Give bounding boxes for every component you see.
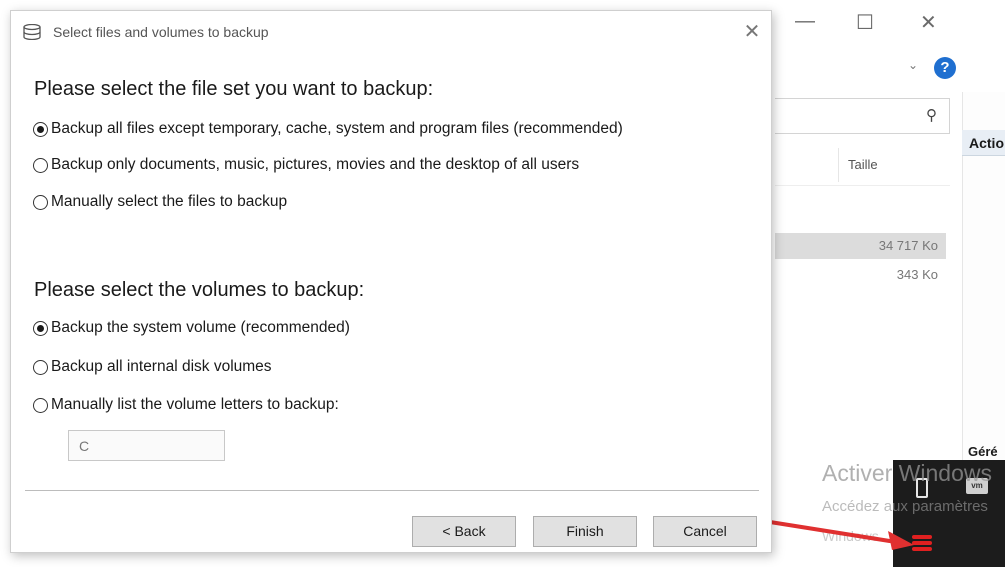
group-label: Géré [968, 444, 998, 459]
activate-windows-subtitle: Accédez aux paramètres [822, 498, 988, 515]
minimize-button[interactable]: — [795, 10, 815, 33]
radio-button[interactable] [33, 121, 48, 137]
file-row[interactable]: 34 717 Ko [775, 233, 946, 259]
dialog-title: Select files and volumes to backup [53, 24, 269, 40]
footer-divider [25, 490, 759, 491]
search-box[interactable]: ⚲ [775, 98, 950, 134]
radio-label: Manually select the files to backup [51, 193, 288, 210]
file-row[interactable]: 343 Ko [775, 262, 946, 288]
activate-windows-title: Activer Windows [822, 460, 992, 486]
maximize-button[interactable]: ☐ [856, 10, 874, 35]
radio-button[interactable] [33, 359, 48, 375]
dialog-close-button[interactable]: ✕ [739, 19, 765, 45]
radio-label: Backup all internal disk volumes [51, 358, 272, 375]
actions-header: Actio [962, 130, 1005, 156]
volume-letters-input[interactable] [68, 430, 225, 461]
finish-button[interactable]: Finish [533, 516, 637, 547]
back-button[interactable]: < Back [412, 516, 516, 547]
radio-label: Backup only documents, music, pictures, … [51, 156, 580, 173]
backup-selection-dialog: Select files and volumes to backup ✕ Ple… [10, 10, 772, 553]
cancel-button[interactable]: Cancel [653, 516, 757, 547]
database-icon [23, 24, 41, 40]
volume-option-system[interactable]: Backup the system volume (recommended) [33, 317, 350, 339]
radio-label: Manually list the volume letters to back… [51, 396, 339, 413]
volume-option-internal[interactable]: Backup all internal disk volumes [33, 356, 272, 378]
window-close-button[interactable]: ✕ [920, 10, 937, 35]
volume-option-manual[interactable]: Manually list the volume letters to back… [33, 394, 339, 416]
chevron-down-icon[interactable]: ⌄ [908, 58, 918, 72]
red-arrow-annotation [768, 520, 914, 550]
radio-button[interactable] [33, 157, 48, 173]
volumes-heading: Please select the volumes to backup: [34, 279, 365, 301]
dialog-titlebar: Select files and volumes to backup ✕ [11, 11, 771, 55]
radio-button[interactable] [33, 320, 48, 336]
fileset-heading: Please select the file set you want to b… [34, 78, 434, 100]
fileset-option-manual[interactable]: Manually select the files to backup [33, 191, 287, 213]
radio-label: Backup the system volume (recommended) [51, 319, 350, 336]
radio-button[interactable] [33, 397, 48, 413]
fileset-option-all-files[interactable]: Backup all files except temporary, cache… [33, 118, 623, 140]
column-size-header[interactable]: Taille [848, 157, 878, 172]
radio-button[interactable] [33, 194, 48, 210]
help-icon[interactable]: ? [934, 57, 956, 79]
column-divider[interactable] [838, 148, 839, 182]
fileset-option-documents[interactable]: Backup only documents, music, pictures, … [33, 154, 579, 176]
search-icon: ⚲ [926, 107, 937, 124]
radio-label: Backup all files except temporary, cache… [51, 120, 623, 137]
